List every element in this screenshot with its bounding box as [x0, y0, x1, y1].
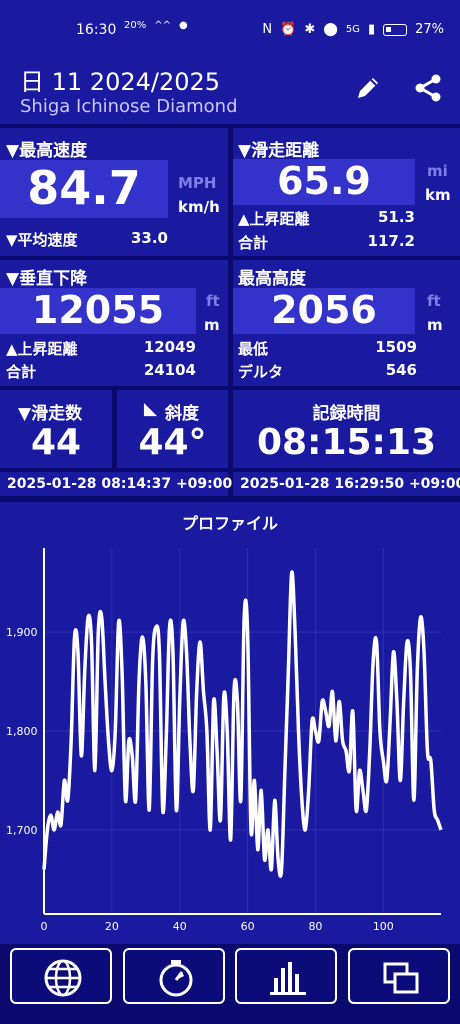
status-bar: 16:30 20% ^^ ● N ⏰ ✱ ⬤ 5G ▮ 27% [0, 0, 460, 52]
x-tick-label: 20 [105, 920, 119, 933]
altitude-min-label: 最低 [238, 340, 269, 358]
overlap-icon [383, 962, 419, 994]
bluetooth-icon: ✱ [304, 22, 316, 37]
runs-value: 44 [30, 422, 82, 463]
edit-icon[interactable] [352, 72, 384, 104]
slope-value: 44° [138, 422, 207, 463]
vertical-value: 12055 [31, 288, 165, 332]
stopwatch-icon [159, 960, 193, 997]
distance-up-value: 51.3 [377, 208, 415, 226]
vertical-label: ▼垂直下降 [6, 269, 88, 289]
profile-chart-panel: プロファイル 1,700 1,800 1,900 0 20 40 60 80 100 [0, 502, 460, 944]
max-speed-label: ▼最高速度 [6, 141, 88, 161]
speed-unit-kmh: km/h [178, 198, 220, 216]
x-tick-label: 100 [373, 920, 394, 933]
vertical-up-value: 12049 [143, 338, 196, 356]
slope-panel[interactable]: 斜度 44° [117, 390, 228, 468]
nfc-icon: N [262, 22, 273, 37]
altitude-unit-ft: ft [427, 292, 441, 310]
status-indicators: N ⏰ ✱ ⬤ 5G ▮ 27% [262, 22, 444, 37]
distance-panel[interactable]: ▼滑走距離 65.9 mi km ▲上昇距離 51.3 合計 117.2 [233, 128, 460, 256]
record-time-label: 記録時間 [312, 404, 381, 424]
signal-icon: ▮ [367, 22, 376, 37]
x-tick-label: 80 [308, 920, 322, 933]
profile-line [42, 570, 443, 878]
nav-globe-button[interactable] [10, 948, 112, 1004]
runs-label: ▼滑走数 [18, 404, 83, 424]
altitude-delta-label: デルタ [238, 363, 284, 381]
altitude-panel[interactable]: 最高高度 2056 ft m 最低 1509 デルタ 546 [233, 260, 460, 386]
distance-total-value: 117.2 [367, 232, 415, 250]
globe-icon [44, 959, 82, 997]
app-header: 日 11 2024/2025 Shiga Ichinose Diamond [0, 52, 460, 124]
distance-up-label: ▲上昇距離 [238, 210, 310, 228]
record-time-value: 08:15:13 [256, 422, 437, 463]
notification-dot: ● [179, 20, 188, 31]
altitude-label: 最高高度 [238, 269, 306, 289]
slope-label: 斜度 [165, 404, 199, 424]
max-speed-value: 84.7 [27, 161, 141, 215]
altitude-value: 2056 [271, 288, 377, 332]
nav-compare-button[interactable] [348, 948, 450, 1004]
vertical-unit-ft: ft [206, 292, 220, 310]
end-datetime: 2025-01-28 16:29:50 +09:00 [233, 472, 460, 496]
vertical-up-label: ▲上昇距離 [6, 340, 78, 358]
vertical-total-label: 合計 [6, 363, 37, 381]
nav-stopwatch-button[interactable] [123, 948, 225, 1004]
distance-unit-mi: mi [427, 162, 448, 180]
y-tick-label: 1,800 [6, 725, 38, 738]
share-icon[interactable] [412, 72, 444, 104]
avg-speed-value: 33.0 [130, 229, 168, 247]
vertical-total-value: 24104 [143, 361, 196, 379]
start-datetime: 2025-01-28 08:14:37 +09:00 [0, 472, 232, 496]
notification-badge: 20% [124, 20, 147, 31]
page-title: 日 11 2024/2025 [20, 68, 221, 96]
altitude-min-value: 1509 [375, 338, 417, 356]
y-tick-label: 1,900 [6, 626, 38, 639]
x-tick-label: 0 [41, 920, 48, 933]
notification-icon: ^^ [154, 20, 171, 31]
altitude-delta-value: 546 [385, 361, 417, 379]
nav-stats-button[interactable] [235, 948, 337, 1004]
x-tick-label: 60 [241, 920, 255, 933]
distance-label: ▼滑走距離 [238, 141, 320, 161]
resort-name: Shiga Ichinose Diamond [20, 96, 238, 117]
avg-speed-label: ▼平均速度 [6, 231, 78, 249]
location-icon: ⬤ [323, 22, 338, 37]
x-tick-label: 40 [173, 920, 187, 933]
altitude-unit-m: m [427, 316, 443, 334]
alarm-icon: ⏰ [280, 22, 297, 37]
battery-percent: 27% [415, 22, 444, 37]
battery-icon [383, 23, 408, 36]
y-tick-label: 1,700 [6, 824, 38, 837]
status-notifications: 20% ^^ ● [124, 20, 188, 31]
vertical-unit-m: m [204, 316, 220, 334]
distance-total-label: 合計 [238, 234, 269, 252]
vertical-panel[interactable]: ▼垂直下降 12055 ft m ▲上昇距離 12049 合計 24104 [0, 260, 228, 386]
max-speed-panel[interactable]: ▼最高速度 84.7 MPH km/h ▼平均速度 33.0 [0, 128, 228, 256]
bar-chart-icon [270, 962, 306, 995]
runs-panel[interactable]: ▼滑走数 44 [0, 390, 112, 468]
profile-chart[interactable]: 1,700 1,800 1,900 0 20 40 60 80 100 [0, 502, 460, 944]
distance-value: 65.9 [277, 159, 371, 203]
network-label: 5G [345, 24, 360, 35]
record-time-panel[interactable]: 記録時間 08:15:13 [233, 390, 460, 468]
status-time: 16:30 [76, 22, 117, 38]
distance-unit-km: km [425, 186, 451, 204]
slope-icon [143, 402, 158, 417]
speed-unit-mph: MPH [178, 174, 217, 192]
